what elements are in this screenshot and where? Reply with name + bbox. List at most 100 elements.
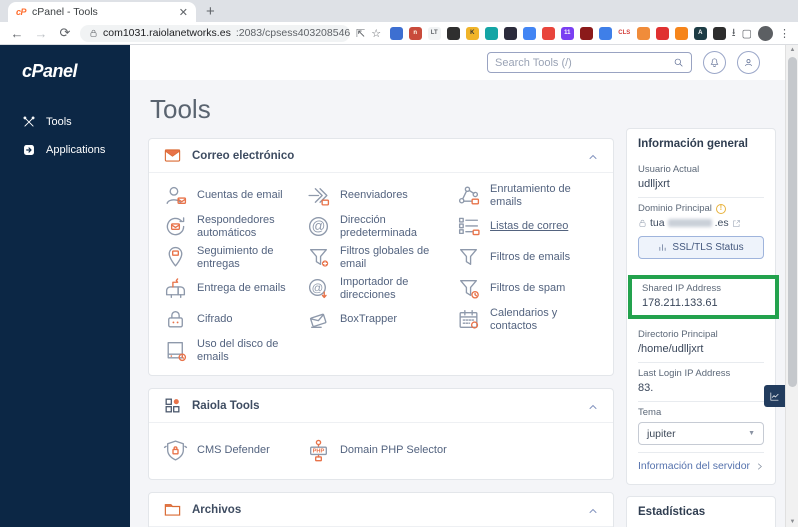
- analytics-floating-button[interactable]: [764, 385, 785, 407]
- tool-autoresponders[interactable]: Respondedores automáticos: [163, 211, 306, 242]
- domain-text-start: tua: [650, 217, 665, 229]
- domain-row[interactable]: tua .es: [638, 217, 764, 229]
- cpanel-page: cPanel Tools Applications To: [0, 45, 798, 527]
- section-header-email[interactable]: Correo electrónico: [149, 139, 613, 173]
- lock-icon: [90, 29, 97, 37]
- browser-tabstrip: cP cPanel - Tools ✕ +: [0, 0, 798, 22]
- folder-icon: [163, 500, 182, 519]
- forward-icon[interactable]: →: [32, 26, 50, 41]
- tool-email-disk-usage[interactable]: Uso del disco de emails: [163, 335, 306, 366]
- user-menu-button[interactable]: [737, 51, 760, 74]
- tool-label: Seguimiento de entregas: [197, 245, 274, 270]
- global-email-filters-icon: [306, 245, 331, 270]
- bookmark-star-icon[interactable]: ☆: [371, 27, 381, 40]
- extensions-row: n LT K 11 CLS A: [387, 26, 726, 40]
- theme-value: jupiter: [647, 427, 676, 440]
- extension-icon[interactable]: A: [693, 26, 707, 40]
- boxtrapper-icon: [306, 307, 331, 332]
- extension-icon[interactable]: LT: [427, 26, 441, 40]
- section-title: Raiola Tools: [192, 399, 260, 412]
- app-header: [130, 45, 798, 80]
- section-header-raiola[interactable]: Raiola Tools: [149, 389, 613, 423]
- scroll-down-arrow-icon[interactable]: ▼: [786, 519, 798, 525]
- theme-select[interactable]: jupiter ▼: [638, 422, 764, 445]
- chevron-up-icon[interactable]: [587, 150, 599, 162]
- statistics-card: Estadísticas Uso Del Disco 80,29 MB / 50…: [626, 496, 776, 527]
- general-info-title: Información general: [638, 138, 748, 150]
- scrollbar-thumb[interactable]: [788, 57, 797, 387]
- extension-icon[interactable]: [484, 26, 498, 40]
- notifications-button[interactable]: [703, 51, 726, 74]
- extension-icon[interactable]: [655, 26, 669, 40]
- tool-mailing-lists[interactable]: Listas de correo: [456, 211, 599, 242]
- browser-tab[interactable]: cP cPanel - Tools ✕: [8, 2, 196, 22]
- tool-email-filters[interactable]: Filtros de emails: [456, 242, 599, 273]
- tool-cms-defender[interactable]: CMS Defender: [163, 430, 306, 470]
- extension-icon[interactable]: [674, 26, 688, 40]
- chevron-right-icon: [758, 463, 762, 469]
- chevron-up-icon[interactable]: [587, 504, 599, 516]
- tool-email-routing[interactable]: Enrutamiento de emails: [456, 180, 599, 211]
- search-box[interactable]: [487, 52, 692, 73]
- general-info-card: Información general Usuario Actual udllj…: [626, 128, 779, 485]
- tool-domain-php-selector[interactable]: PHP Domain PHP Selector: [306, 430, 456, 470]
- tool-email-deliverability[interactable]: Entrega de emails: [163, 273, 306, 304]
- extension-icon[interactable]: 11: [560, 26, 574, 40]
- tool-address-importer[interactable]: @ Importador de direcciones: [306, 273, 456, 304]
- section-title: Archivos: [192, 503, 242, 516]
- last-login-label: Last Login IP Address: [638, 368, 731, 379]
- home-directory-label: Directorio Principal: [638, 329, 718, 340]
- sidebar-item-applications[interactable]: Applications: [0, 136, 130, 164]
- extension-icon[interactable]: CLS: [617, 26, 631, 40]
- tool-spam-filters[interactable]: Filtros de spam: [456, 273, 599, 304]
- reload-icon[interactable]: ⟳: [56, 25, 74, 41]
- extension-icon[interactable]: [636, 26, 650, 40]
- tool-forwarders[interactable]: Reenviadores: [306, 180, 456, 211]
- tool-encryption[interactable]: Cifrado: [163, 304, 306, 335]
- downloads-icon[interactable]: ⭳: [732, 24, 736, 43]
- warning-icon[interactable]: !: [715, 203, 726, 214]
- tool-global-email-filters[interactable]: Filtros globales de email: [306, 242, 456, 273]
- extension-icon[interactable]: [541, 26, 555, 40]
- tool-boxtrapper[interactable]: BoxTrapper: [306, 304, 456, 335]
- share-icon[interactable]: ⇱: [356, 27, 365, 40]
- extension-icon[interactable]: n: [408, 26, 422, 40]
- tool-label: Filtros globales de email: [339, 245, 430, 270]
- browser-profile-avatar[interactable]: [758, 25, 773, 41]
- tab-close-icon[interactable]: ✕: [179, 6, 188, 19]
- extension-icon[interactable]: [712, 26, 726, 40]
- php-selector-icon: PHP: [306, 438, 331, 463]
- section-header-files[interactable]: Archivos: [149, 493, 613, 527]
- tool-default-address[interactable]: @ Dirección predeterminada: [306, 211, 456, 242]
- page-scrollbar[interactable]: ▲ ▼: [785, 45, 798, 527]
- tool-track-delivery[interactable]: Seguimiento de entregas: [163, 242, 306, 273]
- search-input[interactable]: [495, 56, 667, 69]
- ssl-tls-status-button[interactable]: SSL/TLS Status: [638, 236, 764, 259]
- back-icon[interactable]: ←: [8, 26, 26, 41]
- current-user-label: Usuario Actual: [638, 164, 700, 175]
- server-info-link[interactable]: Información del servidor: [638, 453, 764, 475]
- extension-icon[interactable]: [579, 26, 593, 40]
- statistics-title: Estadísticas: [638, 506, 706, 518]
- tool-email-accounts[interactable]: Cuentas de email: [163, 180, 306, 211]
- url-bar[interactable]: com1031.raiolanetworks.es:2083/cpsess403…: [80, 24, 350, 42]
- calendars-contacts-icon: [456, 307, 481, 332]
- extension-icon[interactable]: K: [465, 26, 479, 40]
- tool-label: CMS Defender: [197, 443, 270, 456]
- chevron-up-icon[interactable]: [587, 400, 599, 412]
- server-info-label: Información del servidor: [638, 460, 751, 472]
- browser-menu-icon[interactable]: ⋮: [779, 27, 790, 40]
- page-title: Tools: [150, 94, 211, 124]
- side-panel-icon[interactable]: ▢: [742, 27, 752, 40]
- sidebar-item-tools[interactable]: Tools: [0, 108, 130, 136]
- extension-icon[interactable]: [503, 26, 517, 40]
- theme-label: Tema: [638, 407, 662, 418]
- extension-icon[interactable]: [446, 26, 460, 40]
- new-tab-button[interactable]: +: [206, 3, 215, 20]
- extension-icon[interactable]: [522, 26, 536, 40]
- extension-icon[interactable]: [389, 26, 403, 40]
- extension-icon[interactable]: [598, 26, 612, 40]
- tool-calendars-contacts[interactable]: Calendarios y contactos: [456, 304, 599, 335]
- url-host: com1031.raiolanetworks.es: [103, 27, 231, 39]
- scroll-up-arrow-icon[interactable]: ▲: [786, 47, 798, 53]
